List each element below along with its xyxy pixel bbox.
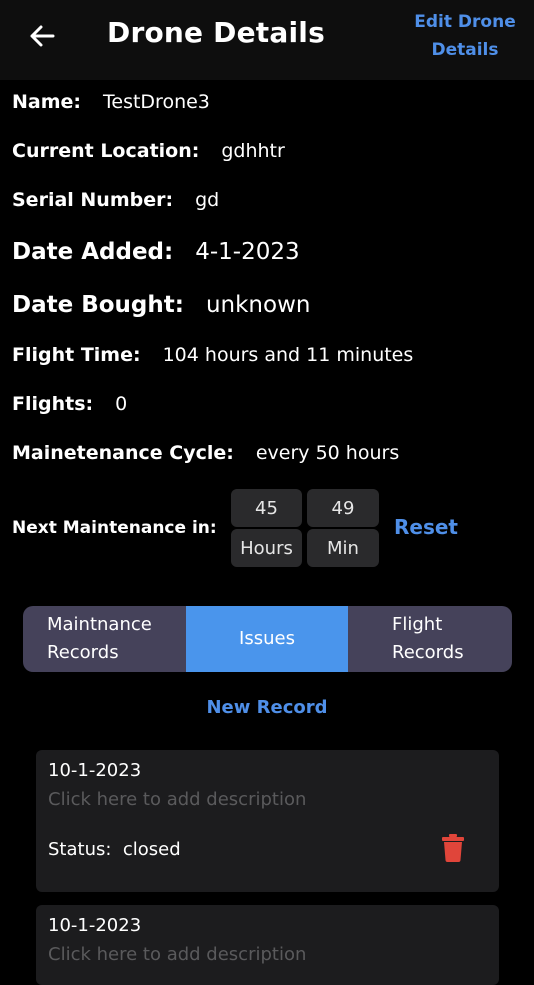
tab-flight-records[interactable]: Flight Records — [348, 606, 512, 672]
flight-time-row: Flight Time: 104 hours and 11 minutes — [12, 344, 413, 366]
record-status-value: closed — [122, 839, 181, 860]
serial-label: Serial Number: — [12, 189, 174, 211]
record-date: 10-1-2023 — [48, 915, 142, 936]
tab-maintenance-records[interactable]: Maintnance Records — [23, 606, 186, 672]
page-title: Drone Details — [107, 16, 325, 49]
flight-time-label: Flight Time: — [12, 344, 141, 366]
flights-value: 0 — [115, 393, 128, 415]
name-value: TestDrone3 — [103, 91, 210, 113]
name-label: Name: — [12, 91, 82, 113]
record-description[interactable]: Click here to add description — [48, 944, 306, 965]
back-button[interactable] — [24, 18, 60, 54]
location-label: Current Location: — [12, 140, 200, 162]
minutes-value-box: 49 — [307, 489, 379, 527]
app-header: Drone Details Edit Drone Details — [0, 0, 534, 80]
edit-drone-details-button[interactable]: Edit Drone Details — [410, 8, 520, 64]
location-value: gdhhtr — [221, 140, 285, 162]
record-card[interactable]: 10-1-2023 Click here to add description … — [36, 750, 499, 892]
tab-label-line2: Records — [392, 642, 464, 663]
trash-icon — [442, 834, 464, 862]
flight-time-value: 104 hours and 11 minutes — [162, 344, 414, 366]
record-description[interactable]: Click here to add description — [48, 789, 306, 810]
tab-label: Issues — [239, 628, 295, 649]
date-bought-label: Date Bought: — [12, 292, 184, 318]
edit-label-line2: Details — [431, 40, 499, 60]
date-bought-row: Date Bought: unknown — [12, 292, 310, 318]
reset-button[interactable]: Reset — [394, 515, 458, 539]
flights-row: Flights: 0 — [12, 393, 127, 415]
name-row: Name: TestDrone3 — [12, 91, 210, 113]
maintenance-cycle-value: every 50 hours — [255, 442, 400, 464]
serial-value: gd — [195, 189, 220, 211]
record-status: Status: closed — [48, 839, 181, 860]
tab-label-line2: Records — [47, 642, 119, 663]
record-status-label: Status: — [48, 839, 112, 860]
flights-label: Flights: — [12, 393, 94, 415]
tab-issues[interactable]: Issues — [186, 606, 348, 672]
next-maintenance-label: Next Maintenance in: — [12, 518, 217, 538]
maintenance-cycle-row: Mainetenance Cycle: every 50 hours — [12, 442, 399, 464]
serial-row: Serial Number: gd — [12, 189, 219, 211]
minutes-unit-box: Min — [307, 529, 379, 567]
hours-unit-box: Hours — [231, 529, 302, 567]
date-added-value: 4-1-2023 — [195, 239, 300, 265]
maintenance-cycle-label: Mainetenance Cycle: — [12, 442, 234, 464]
edit-label-line1: Edit Drone — [414, 12, 516, 32]
date-bought-value: unknown — [205, 292, 311, 318]
tab-label-line1: Flight — [392, 614, 443, 635]
new-record-button[interactable]: New Record — [0, 697, 534, 718]
hours-value-box: 45 — [231, 489, 302, 527]
date-added-label: Date Added: — [12, 239, 174, 265]
records-tab-bar: Maintnance Records Issues Flight Records — [23, 606, 512, 672]
arrow-left-icon — [30, 25, 55, 47]
date-added-row: Date Added: 4-1-2023 — [12, 239, 300, 265]
record-card[interactable]: 10-1-2023 Click here to add description — [36, 905, 499, 985]
delete-record-button[interactable] — [441, 834, 465, 866]
record-date: 10-1-2023 — [48, 760, 142, 781]
location-row: Current Location: gdhhtr — [12, 140, 285, 162]
tab-label-line1: Maintnance — [47, 614, 152, 635]
